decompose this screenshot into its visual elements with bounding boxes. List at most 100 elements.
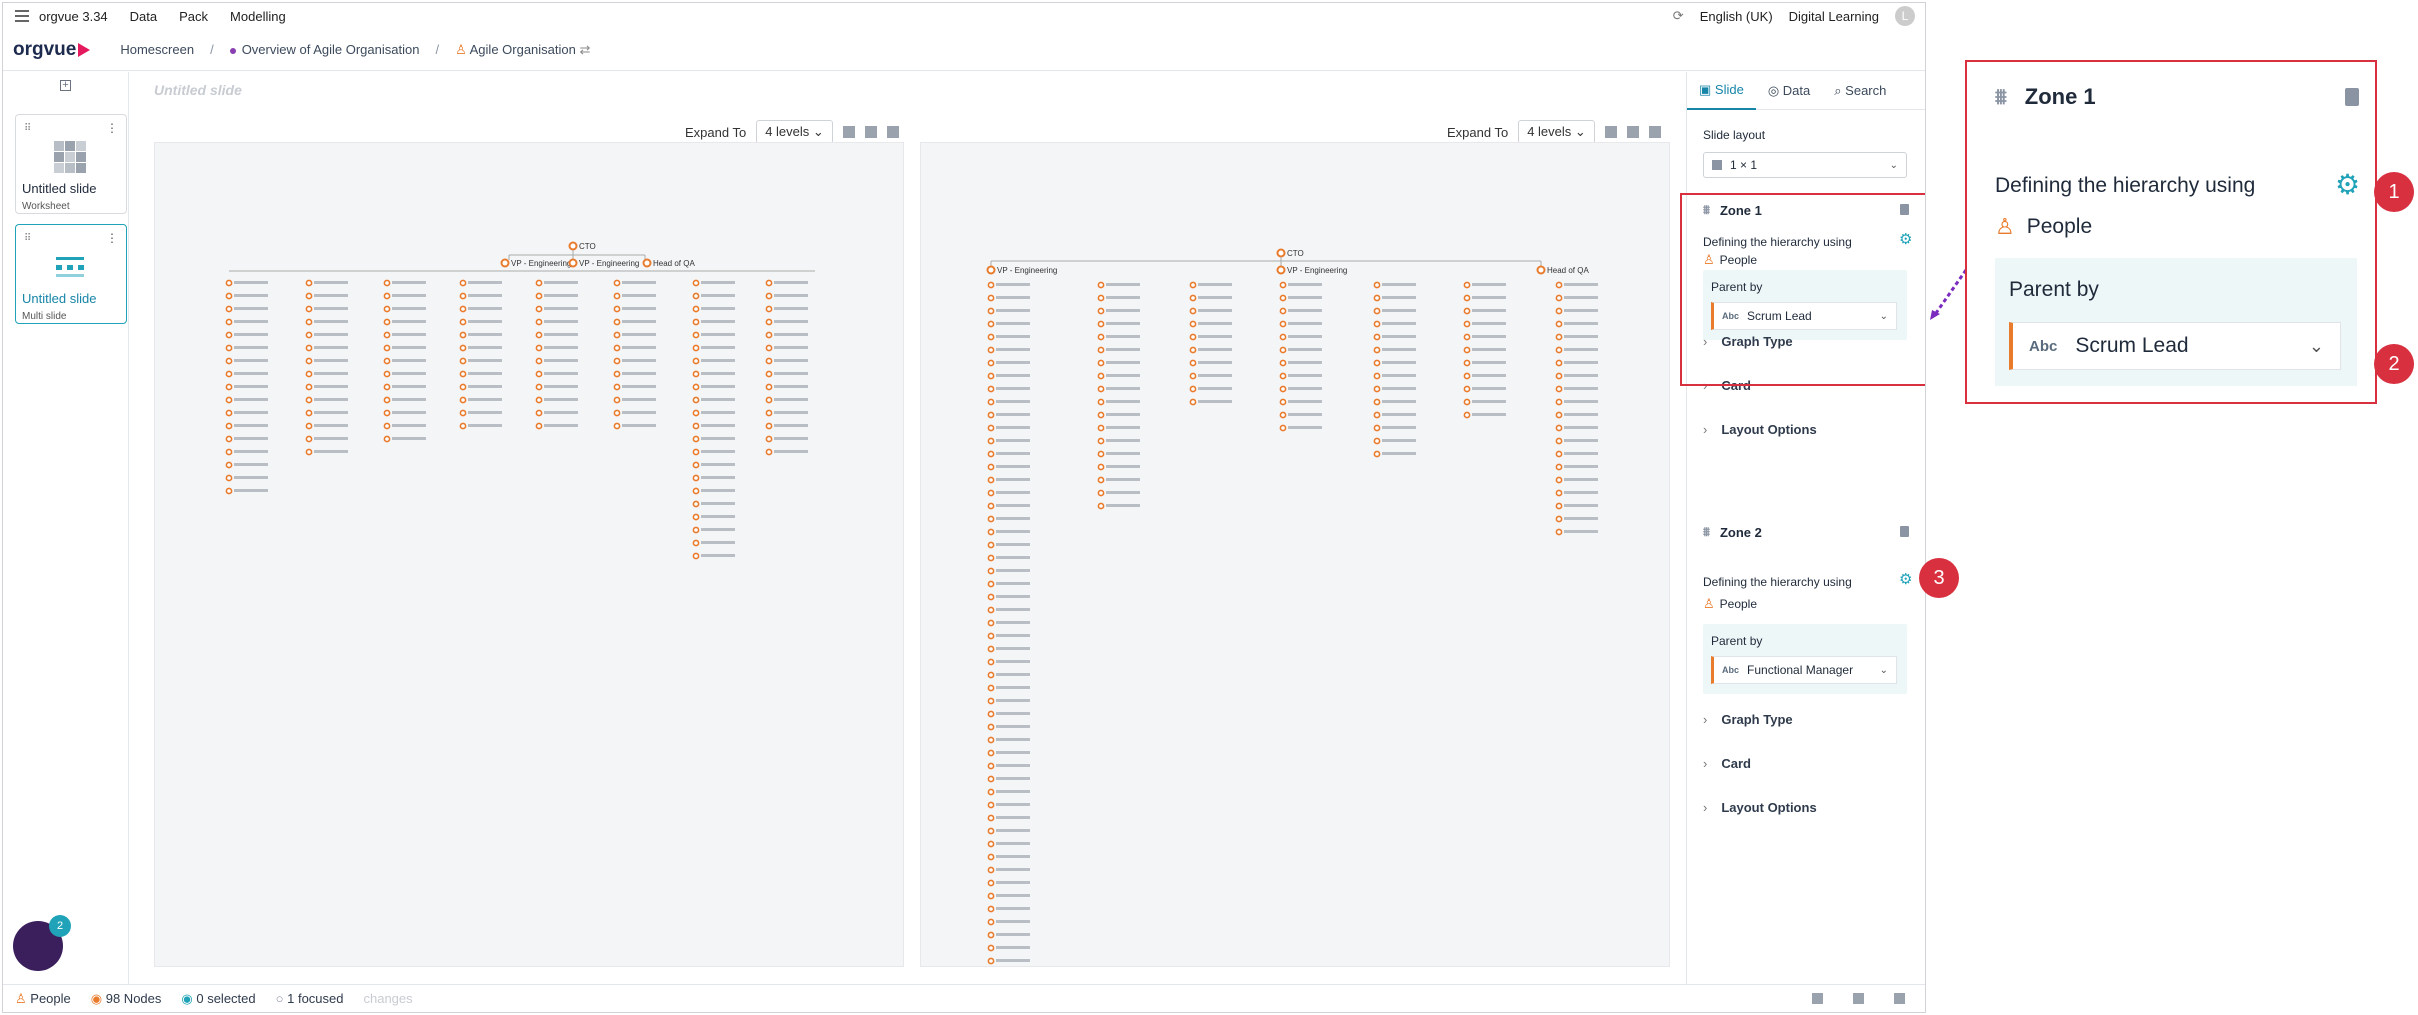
org-node[interactable] bbox=[1189, 359, 1197, 367]
zone1-layout-options[interactable]: › Layout Options bbox=[1703, 422, 1817, 437]
org-node[interactable] bbox=[987, 346, 995, 354]
filter-icon[interactable] bbox=[842, 126, 855, 138]
org-node[interactable] bbox=[1555, 281, 1563, 289]
org-node[interactable] bbox=[1189, 346, 1197, 354]
org-node[interactable] bbox=[1373, 398, 1381, 406]
org-node[interactable] bbox=[987, 736, 995, 744]
org-node[interactable] bbox=[383, 292, 391, 300]
org-node[interactable] bbox=[613, 383, 621, 391]
org-node[interactable] bbox=[225, 383, 233, 391]
org-node[interactable] bbox=[692, 552, 700, 560]
org-node[interactable] bbox=[765, 292, 773, 300]
org-node[interactable] bbox=[987, 671, 995, 679]
org-node[interactable] bbox=[1555, 346, 1563, 354]
org-node[interactable] bbox=[765, 318, 773, 326]
org-node[interactable] bbox=[987, 801, 995, 809]
org-node[interactable] bbox=[1373, 307, 1381, 315]
avatar[interactable]: L bbox=[1895, 6, 1915, 26]
org-node[interactable] bbox=[225, 422, 233, 430]
org-node[interactable] bbox=[1189, 281, 1197, 289]
org-node[interactable] bbox=[225, 448, 233, 456]
org-node[interactable] bbox=[305, 305, 313, 313]
org-node[interactable] bbox=[383, 279, 391, 287]
orgvue-logo[interactable]: orgvue bbox=[13, 39, 91, 61]
org-node[interactable] bbox=[535, 318, 543, 326]
org-node[interactable] bbox=[1555, 398, 1563, 406]
org-node[interactable] bbox=[383, 370, 391, 378]
org-node[interactable] bbox=[613, 279, 621, 287]
org-node[interactable] bbox=[1097, 333, 1105, 341]
org-node[interactable] bbox=[987, 710, 995, 718]
org-node[interactable] bbox=[692, 487, 700, 495]
org-node[interactable] bbox=[765, 396, 773, 404]
org-node[interactable] bbox=[1097, 411, 1105, 419]
zone2-layout-options[interactable]: › Layout Options bbox=[1703, 800, 1817, 815]
org-node[interactable] bbox=[692, 357, 700, 365]
node-label[interactable]: CTO bbox=[579, 242, 596, 251]
org-node[interactable] bbox=[1279, 385, 1287, 393]
org-node[interactable] bbox=[1097, 385, 1105, 393]
node-label[interactable]: CTO bbox=[1287, 249, 1304, 258]
org-node[interactable] bbox=[987, 372, 995, 380]
org-node[interactable] bbox=[305, 357, 313, 365]
expand-select[interactable]: 4 levels ⌄ bbox=[756, 120, 833, 144]
node-label[interactable]: Head of QA bbox=[1547, 266, 1589, 275]
org-node[interactable] bbox=[987, 398, 995, 406]
org-node[interactable] bbox=[305, 435, 313, 443]
org-node[interactable] bbox=[613, 370, 621, 378]
org-node[interactable] bbox=[1555, 372, 1563, 380]
org-node[interactable] bbox=[987, 567, 995, 575]
expand-select[interactable]: 4 levels ⌄ bbox=[1518, 120, 1595, 144]
org-node[interactable] bbox=[1279, 424, 1287, 432]
org-node[interactable] bbox=[613, 318, 621, 326]
org-node[interactable] bbox=[987, 723, 995, 731]
org-node[interactable] bbox=[987, 931, 995, 939]
org-node[interactable] bbox=[692, 409, 700, 417]
sync-icon[interactable]: ⟳ bbox=[1673, 8, 1684, 24]
breadcrumb-current[interactable]: ♙ Agile Organisation ⇄ bbox=[455, 42, 590, 58]
org-node[interactable] bbox=[1463, 320, 1471, 328]
slide-card-worksheet[interactable]: ⠿ ⋮ Untitled slide Worksheet bbox=[15, 114, 127, 214]
org-node[interactable] bbox=[225, 370, 233, 378]
org-node[interactable] bbox=[987, 294, 995, 302]
org-node[interactable] bbox=[1555, 476, 1563, 484]
org-node[interactable] bbox=[987, 866, 995, 874]
org-node[interactable] bbox=[225, 279, 233, 287]
zone1-canvas[interactable]: CTO VP - Engineering VP - Engineering He… bbox=[154, 142, 904, 967]
org-node[interactable] bbox=[535, 396, 543, 404]
org-node[interactable] bbox=[535, 331, 543, 339]
org-node[interactable] bbox=[1279, 372, 1287, 380]
org-node[interactable] bbox=[535, 292, 543, 300]
org-node[interactable] bbox=[1463, 359, 1471, 367]
node-label[interactable]: Head of QA bbox=[653, 259, 695, 268]
org-node[interactable] bbox=[987, 814, 995, 822]
org-node[interactable] bbox=[1555, 450, 1563, 458]
org-node[interactable] bbox=[305, 383, 313, 391]
org-node[interactable] bbox=[1463, 307, 1471, 315]
org-node[interactable] bbox=[1555, 437, 1563, 445]
org-node[interactable] bbox=[1555, 385, 1563, 393]
org-node[interactable] bbox=[987, 840, 995, 848]
org-node[interactable] bbox=[305, 370, 313, 378]
org-node[interactable] bbox=[225, 474, 233, 482]
org-node[interactable] bbox=[1189, 320, 1197, 328]
org-node[interactable] bbox=[613, 409, 621, 417]
org-node[interactable] bbox=[987, 632, 995, 640]
palette-icon[interactable] bbox=[886, 126, 899, 138]
menu-pack[interactable]: Pack bbox=[179, 9, 208, 24]
org-node[interactable] bbox=[987, 775, 995, 783]
chat-icon[interactable] bbox=[864, 126, 877, 138]
filter-icon[interactable] bbox=[1604, 126, 1617, 138]
more-icon[interactable]: ⋮ bbox=[106, 231, 118, 245]
org-node[interactable] bbox=[305, 396, 313, 404]
org-node[interactable] bbox=[765, 409, 773, 417]
org-node[interactable] bbox=[987, 593, 995, 601]
org-node[interactable] bbox=[225, 318, 233, 326]
org-node[interactable] bbox=[305, 422, 313, 430]
org-node[interactable] bbox=[1373, 411, 1381, 419]
org-node[interactable] bbox=[692, 292, 700, 300]
org-node[interactable] bbox=[765, 357, 773, 365]
org-node[interactable] bbox=[535, 422, 543, 430]
org-node[interactable] bbox=[987, 788, 995, 796]
org-node[interactable] bbox=[987, 645, 995, 653]
